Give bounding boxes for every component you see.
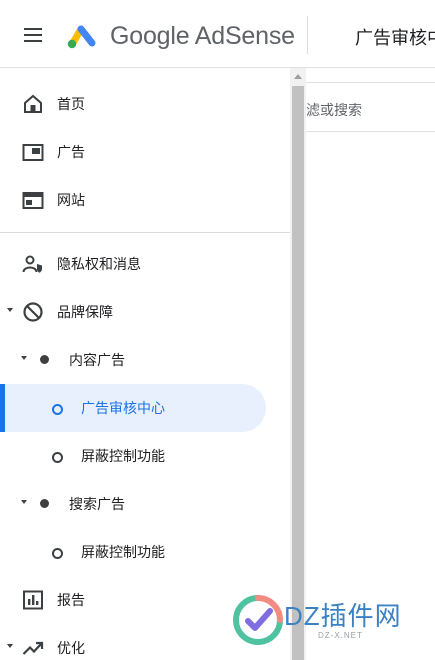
expand-caret-icon bbox=[21, 356, 27, 360]
sidebar-item-home[interactable]: 首页 bbox=[0, 80, 290, 128]
ads-icon bbox=[22, 144, 44, 161]
bullet-icon bbox=[40, 355, 49, 364]
sidebar-item-label: 优化 bbox=[57, 640, 85, 656]
sidebar-item-search-blocking-controls[interactable]: 屏蔽控制功能 bbox=[0, 528, 290, 576]
sidebar-item-privacy[interactable]: 隐私权和消息 bbox=[0, 240, 290, 288]
brand-name: Google AdSense bbox=[110, 22, 295, 50]
header-divider bbox=[307, 16, 308, 54]
reports-icon bbox=[23, 590, 43, 610]
page-title: 广告审核中 bbox=[355, 28, 435, 48]
sidebar-item-label: 隐私权和消息 bbox=[57, 256, 141, 272]
scrollbar-thumb[interactable] bbox=[292, 86, 304, 660]
ring-icon bbox=[52, 548, 63, 559]
expand-caret-icon bbox=[7, 308, 13, 312]
watermark-text: DZ插件网 bbox=[284, 601, 402, 631]
sidebar-item-label: 网站 bbox=[57, 192, 85, 208]
sidebar-scrollbar[interactable] bbox=[290, 68, 306, 660]
sidebar-item-label: 屏蔽控制功能 bbox=[81, 448, 165, 464]
filter-placeholder: 滤或搜索 bbox=[306, 102, 362, 118]
filter-search-bar[interactable]: 滤或搜索 bbox=[306, 82, 435, 132]
watermark-url: DZ-X.NET bbox=[318, 631, 363, 640]
sidebar-item-brand-safety[interactable]: 品牌保障 bbox=[0, 288, 290, 336]
ring-icon bbox=[52, 404, 63, 415]
main-content: 滤或搜索 bbox=[306, 68, 435, 660]
bullet-icon bbox=[40, 499, 49, 508]
sites-icon bbox=[22, 192, 44, 209]
sidebar-divider bbox=[0, 232, 290, 233]
sidebar-item-label: 报告 bbox=[57, 592, 85, 608]
sidebar-item-label: 内容广告 bbox=[69, 352, 125, 368]
menu-icon[interactable] bbox=[20, 22, 48, 48]
home-icon bbox=[24, 94, 42, 113]
sidebar-item-label: 广告 bbox=[57, 144, 85, 160]
sidebar-item-ads[interactable]: 广告 bbox=[0, 128, 290, 176]
block-icon bbox=[23, 302, 43, 322]
sidebar-item-label: 品牌保障 bbox=[57, 304, 113, 320]
adsense-logo-icon bbox=[67, 25, 96, 49]
sidebar-item-ad-review-center[interactable]: 广告审核中心 bbox=[0, 384, 290, 432]
scroll-up-arrow-icon[interactable] bbox=[294, 74, 302, 79]
sidebar-item-label: 首页 bbox=[57, 96, 85, 112]
sidebar-item-content-ads[interactable]: 内容广告 bbox=[0, 336, 290, 384]
sidebar-item-search-ads[interactable]: 搜索广告 bbox=[0, 480, 290, 528]
sidebar-nav: 首页 广告 网站 隐私权和消息 品牌保障 内容广告 广告审核中心 屏蔽控制功能 … bbox=[0, 68, 290, 660]
top-app-bar: Google AdSense 广告审核中 bbox=[0, 0, 435, 68]
sidebar-item-blocking-controls[interactable]: 屏蔽控制功能 bbox=[0, 432, 290, 480]
expand-caret-icon bbox=[21, 500, 27, 504]
privacy-icon bbox=[22, 255, 42, 273]
ring-icon bbox=[52, 452, 63, 463]
sidebar-item-label: 广告审核中心 bbox=[81, 400, 165, 416]
sidebar-item-label: 搜索广告 bbox=[69, 496, 125, 512]
watermark: DZ插件网 DZ-X.NET bbox=[232, 592, 430, 652]
sidebar-item-sites[interactable]: 网站 bbox=[0, 176, 290, 224]
sidebar-item-label: 屏蔽控制功能 bbox=[81, 544, 165, 560]
expand-caret-icon bbox=[7, 644, 13, 648]
trending-up-icon bbox=[22, 641, 44, 655]
watermark-logo-icon bbox=[233, 595, 283, 645]
